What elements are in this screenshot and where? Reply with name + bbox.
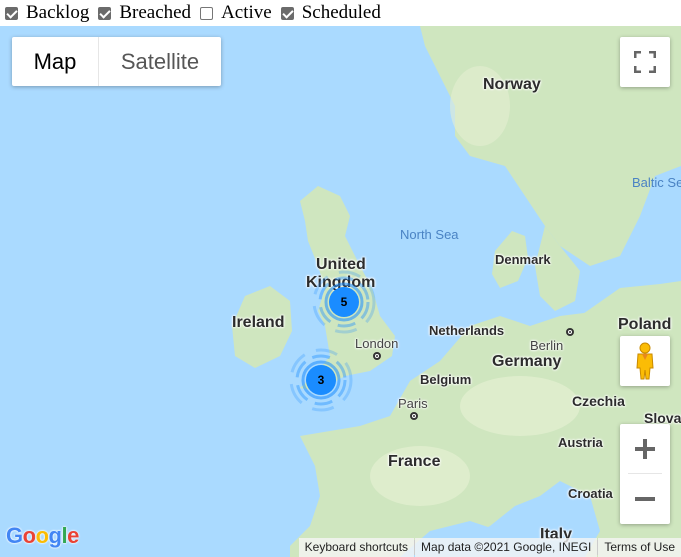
backlog-checkbox[interactable] — [5, 6, 18, 20]
logo-letter: G — [6, 523, 23, 548]
city-marker-berlin — [566, 328, 574, 336]
fullscreen-icon — [634, 51, 656, 73]
label-norway: Norway — [483, 76, 541, 93]
zoom-in-button[interactable] — [620, 424, 670, 474]
map-canvas[interactable]: Norway Baltic Se North Sea Denmark Unite… — [0, 26, 681, 557]
map-type-control: Map Satellite — [12, 37, 221, 86]
map-type-satellite-button[interactable]: Satellite — [98, 37, 221, 86]
logo-letter: o — [22, 523, 36, 548]
label-austria: Austria — [558, 435, 603, 450]
label-belgium: Belgium — [420, 372, 472, 387]
google-logo[interactable]: Google — [6, 523, 79, 549]
marker-cluster[interactable]: 5 — [312, 270, 376, 334]
breached-label: Breached — [119, 2, 192, 23]
backlog-label: Backlog — [26, 2, 90, 23]
marker-cluster[interactable]: 3 — [289, 348, 353, 412]
map-data-text: Map data ©2021 Google, INEGI — [415, 538, 598, 557]
map-type-map-button[interactable]: Map — [12, 37, 98, 86]
logo-letter: o — [35, 523, 49, 548]
breached-checkbox[interactable] — [98, 6, 112, 20]
filter-bar: Backlog Breached Active Scheduled — [0, 0, 385, 26]
city-marker-london — [373, 352, 381, 360]
label-paris: Paris — [398, 396, 428, 411]
street-view-pegman-icon — [636, 342, 654, 380]
cluster-count: 3 — [317, 373, 325, 387]
zoom-out-button[interactable] — [620, 474, 670, 524]
minus-icon — [635, 497, 655, 501]
fullscreen-button[interactable] — [620, 37, 670, 87]
label-germany: Germany — [492, 353, 562, 370]
map-attribution: Keyboard shortcuts Map data ©2021 Google… — [298, 538, 681, 557]
label-poland: Poland — [618, 316, 672, 333]
filter-backlog[interactable]: Backlog — [0, 2, 89, 24]
filter-active[interactable]: Active — [195, 2, 272, 24]
scheduled-label: Scheduled — [301, 2, 381, 23]
city-marker-paris — [410, 412, 418, 420]
label-north-sea: North Sea — [400, 227, 459, 242]
filter-scheduled[interactable]: Scheduled — [276, 2, 381, 24]
logo-letter: g — [48, 523, 62, 548]
terms-of-use-link[interactable]: Terms of Use — [598, 538, 681, 557]
logo-letter: e — [67, 523, 79, 548]
street-view-button[interactable] — [620, 336, 670, 386]
keyboard-shortcuts-link[interactable]: Keyboard shortcuts — [298, 538, 415, 557]
label-berlin: Berlin — [530, 338, 564, 353]
label-denmark: Denmark — [495, 252, 551, 267]
label-croatia: Croatia — [568, 486, 613, 501]
zoom-divider — [628, 473, 662, 474]
scheduled-checkbox[interactable] — [280, 6, 294, 20]
active-label: Active — [221, 2, 272, 23]
plus-icon — [635, 439, 655, 459]
cluster-count: 5 — [340, 295, 348, 309]
label-baltic-sea: Baltic Se — [632, 175, 681, 190]
filter-breached[interactable]: Breached — [93, 2, 191, 24]
label-netherlands: Netherlands — [429, 323, 505, 338]
label-france: France — [388, 453, 441, 470]
label-london: London — [355, 336, 399, 351]
land-highlight — [460, 376, 580, 436]
zoom-control — [620, 424, 670, 524]
label-czechia: Czechia — [572, 393, 625, 409]
active-checkbox[interactable] — [200, 6, 214, 20]
label-ireland: Ireland — [232, 314, 285, 331]
